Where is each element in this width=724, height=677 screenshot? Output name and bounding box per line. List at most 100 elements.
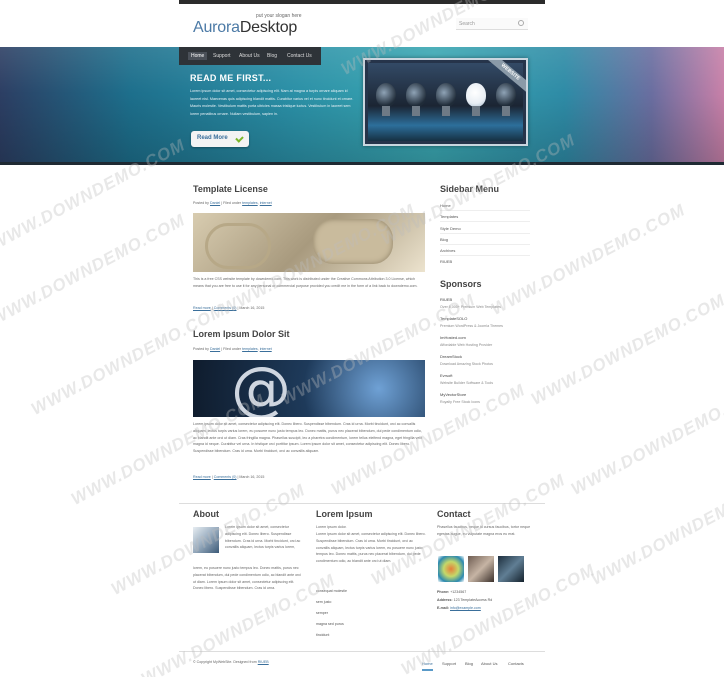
hero-feature-image: WEBSITE: [363, 58, 528, 146]
sponsor-link[interactable]: TemplateSOLO: [440, 316, 467, 321]
post-body: Lorem ipsum dolor sit amet, consectetur …: [193, 422, 422, 454]
footer-nav-home[interactable]: Home: [422, 661, 433, 671]
lit-lightbulb-icon: [466, 83, 486, 116]
nav-item-contact[interactable]: Contact Us: [287, 53, 312, 59]
sponsor-link[interactable]: Evrsoft: [440, 373, 452, 378]
footer-link[interactable]: sem justo: [316, 600, 331, 604]
hero-banner: [0, 47, 724, 164]
footer-nav-about[interactable]: About Us: [481, 661, 497, 666]
contact-thumbnail[interactable]: [468, 556, 494, 582]
puzzle-image: [193, 213, 425, 272]
watermark: WWW.DOWNDEMO.COM: [587, 470, 724, 589]
footer-link[interactable]: magna sed purus: [316, 622, 344, 626]
email-label: E-mail:: [437, 606, 449, 610]
search-icon[interactable]: [518, 20, 524, 26]
sidebar-item-style-demo[interactable]: Style Demo: [440, 226, 461, 231]
post-date: | March 16, 2015: [237, 306, 265, 310]
about-text-continued: lorem, eu posuere nunc justo tempus leo.…: [193, 566, 301, 591]
sidebar-item-home[interactable]: Home: [440, 203, 451, 208]
watermark: WWW.DOWNDEMO.COM: [0, 210, 189, 329]
meta-label: | Filed under: [221, 201, 242, 205]
sponsor-link[interactable]: RIUEB: [440, 297, 452, 302]
check-icon: [235, 134, 244, 143]
footer-divider: [179, 503, 545, 504]
contact-thumbnail[interactable]: [498, 556, 524, 582]
copyright: © Copyright MyWebSite. Designed from RIU…: [193, 660, 269, 664]
divider: [440, 244, 530, 245]
contact-email: E-mail: info@example.com: [437, 606, 481, 610]
nav-item-home[interactable]: Home: [188, 52, 208, 60]
site-logo[interactable]: AuroraDesktop: [193, 19, 297, 37]
footer-contact-title: Contact: [437, 509, 471, 519]
sidebar-item-archives[interactable]: Archives: [440, 248, 455, 253]
tag-link[interactable]: templates: [242, 347, 258, 351]
sidebar-item-templates[interactable]: Templates: [440, 214, 458, 219]
nav-item-support[interactable]: Support: [213, 53, 231, 59]
footer-link[interactable]: consequat molestie: [316, 589, 347, 593]
address-label: Address:: [437, 598, 453, 602]
tag-link[interactable]: internet: [260, 347, 272, 351]
footer-nav-support[interactable]: Support: [442, 661, 456, 666]
post-title[interactable]: Lorem Ipsum Dolor Sit: [193, 329, 290, 339]
tag-link[interactable]: internet: [260, 201, 272, 205]
email-link[interactable]: info@example.com: [450, 606, 481, 610]
comments-link[interactable]: Comments (0): [214, 475, 237, 479]
contact-phone: Phone: +1234567: [437, 590, 466, 594]
footer-lorem-title: Lorem Ipsum: [316, 509, 373, 519]
phone-value: +1234567: [450, 590, 467, 594]
search-input[interactable]: Search: [456, 18, 528, 30]
post-date: | March 16, 2015: [237, 475, 265, 479]
lightbulbs-image: [368, 63, 523, 141]
sponsor-description: Download Amazing Stock Photos: [440, 362, 493, 366]
copyright-link[interactable]: RIUEB: [258, 660, 269, 664]
address-value: 123 TemplateAccess Rd: [453, 598, 493, 602]
footer-link[interactable]: tincidunt: [316, 633, 329, 637]
sponsors-title: Sponsors: [440, 279, 482, 289]
post-title[interactable]: Template License: [193, 184, 268, 194]
footer-nav-blog[interactable]: Blog: [465, 661, 473, 666]
read-more-link[interactable]: Read more: [193, 306, 211, 310]
sponsor-link[interactable]: ImHosted.com: [440, 335, 466, 340]
logo-part-aurora: Aurora: [193, 19, 240, 36]
lightbulb-icon: [436, 83, 456, 116]
read-more-button[interactable]: Read More: [191, 131, 249, 147]
sidebar-menu-title: Sidebar Menu: [440, 184, 500, 194]
top-bar: [179, 0, 545, 4]
sponsor-link[interactable]: MyVectorStore: [440, 392, 466, 397]
comments-link[interactable]: Comments (0): [214, 306, 237, 310]
lightbulb-icon: [376, 83, 396, 116]
about-thumbnail: [193, 527, 219, 553]
footer-nav-contacts[interactable]: Contacts: [508, 661, 524, 666]
sponsor-description: Over 6,000+ Premium Web Templates: [440, 305, 501, 309]
logo-part-desktop: Desktop: [239, 19, 298, 36]
contact-address: Address: 123 TemplateAccess Rd: [437, 598, 492, 602]
sponsor-description: Website Builder Software & Tools: [440, 381, 493, 385]
contact-thumbnail[interactable]: [438, 556, 464, 582]
divider: [440, 233, 530, 234]
hero-text: Lorem ipsum dolor sit amet, consectetur …: [190, 89, 354, 116]
nav-item-blog[interactable]: Blog: [267, 53, 277, 59]
about-text: Lorem ipsum dolor sit amet, consectetur …: [225, 525, 301, 550]
read-more-label: Read More: [197, 135, 228, 141]
read-more-link[interactable]: Read more: [193, 475, 211, 479]
nav-item-about[interactable]: About Us: [239, 53, 260, 59]
sponsor-link[interactable]: DreamStock: [440, 354, 462, 359]
meta-label: Posted by: [193, 347, 209, 351]
bottom-divider: [179, 651, 545, 652]
author-link[interactable]: Daniel: [210, 347, 220, 351]
sidebar-item-blog[interactable]: Blog: [440, 237, 448, 242]
lorem-text: Lorem ipsum dolor.: [316, 525, 347, 529]
tag-link[interactable]: templates: [242, 201, 258, 205]
author-link[interactable]: Daniel: [210, 201, 220, 205]
at-sign-icon: @: [231, 360, 291, 417]
sponsor-description: Premium WordPress & Joomla Themes: [440, 324, 503, 328]
contact-text: Phasellus faucibus, neque id cursus fauc…: [437, 525, 531, 536]
post-meta: Posted by Daniel | Filed under templates…: [193, 201, 272, 205]
search-placeholder: Search: [459, 21, 475, 27]
hero-title: READ ME FIRST...: [190, 73, 272, 83]
footer-link[interactable]: semper: [316, 611, 328, 615]
post-meta: Posted by Daniel | Filed under templates…: [193, 347, 272, 351]
footer-about-title: About: [193, 509, 219, 519]
meta-label: Posted by: [193, 201, 209, 205]
sidebar-item-riueb[interactable]: RIUEB: [440, 259, 452, 264]
